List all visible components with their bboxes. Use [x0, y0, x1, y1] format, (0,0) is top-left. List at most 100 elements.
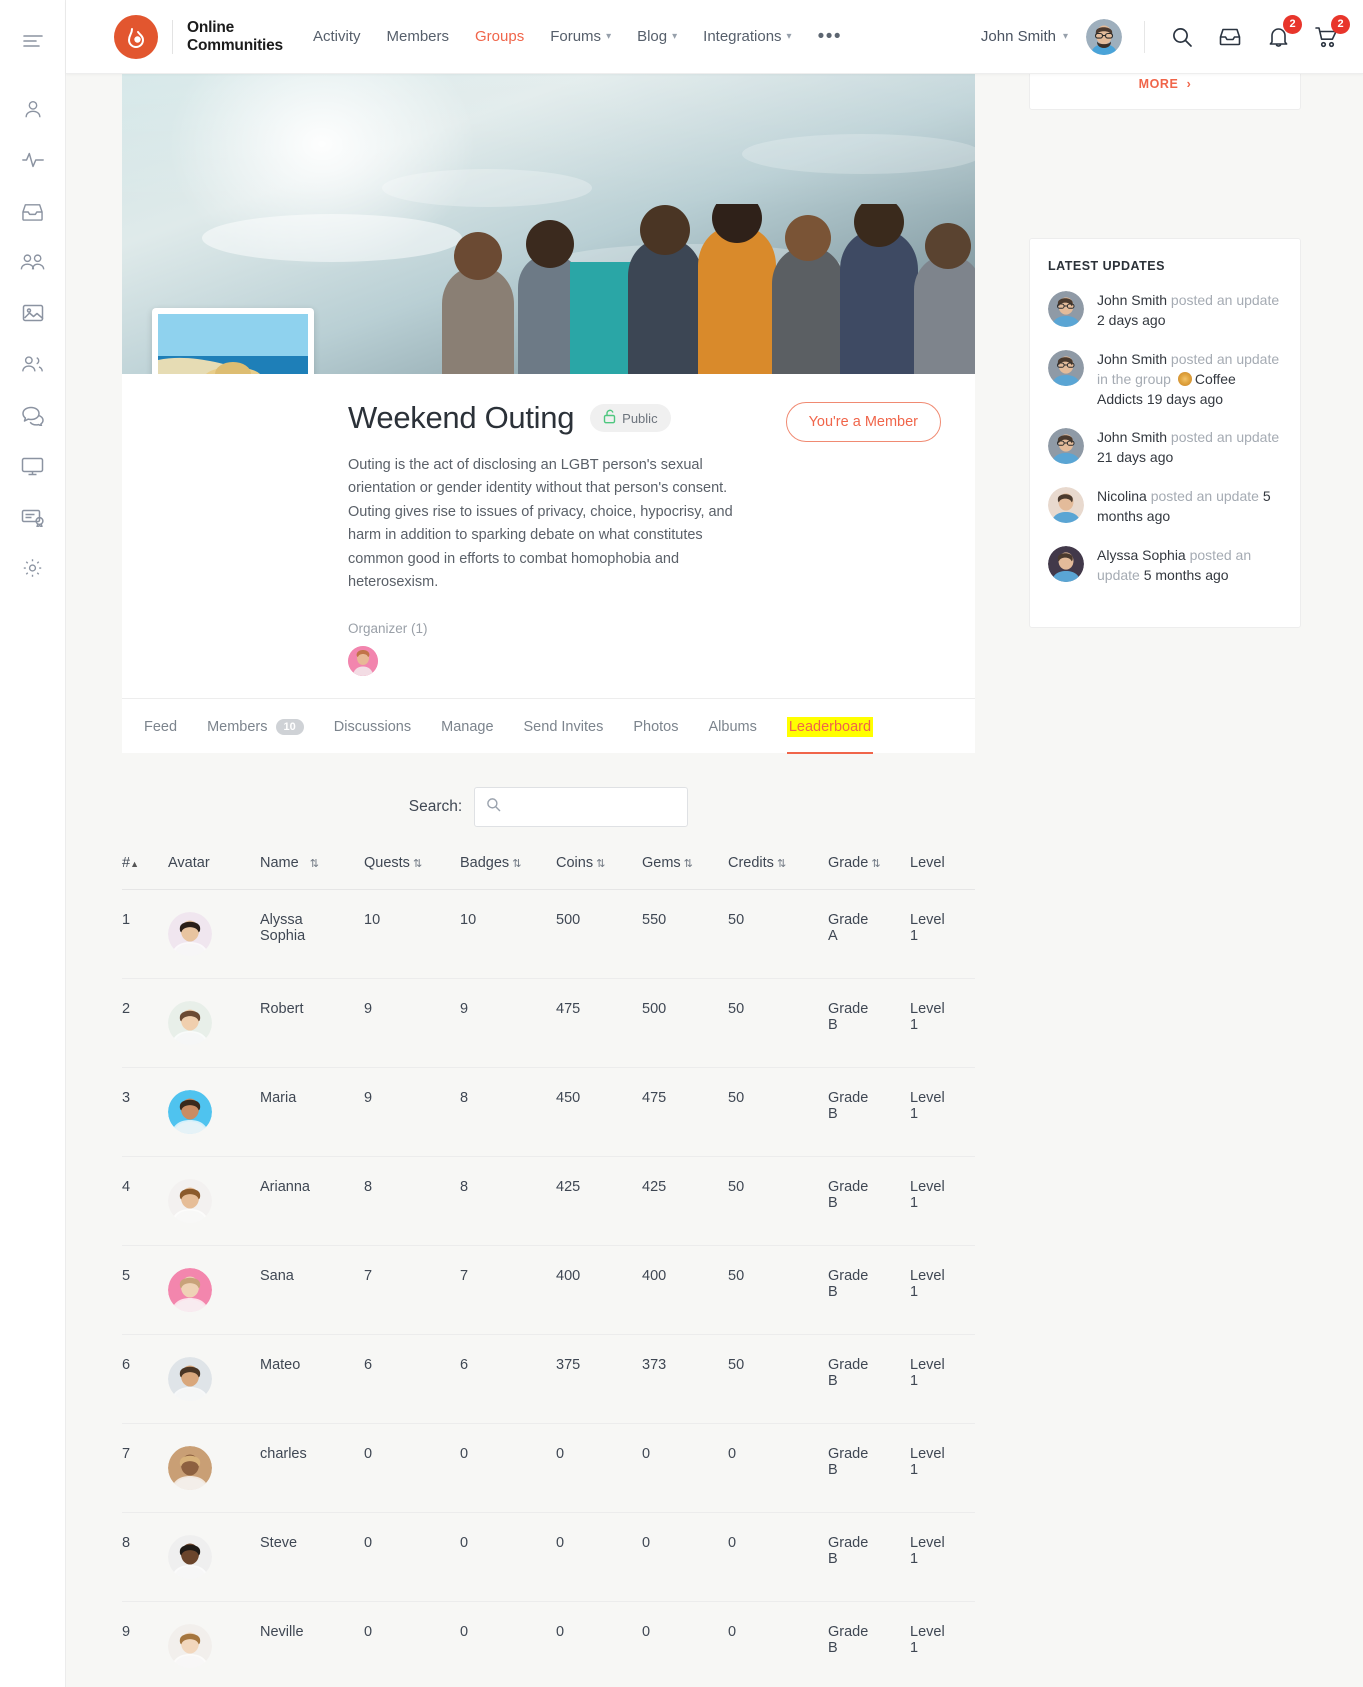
membership-button[interactable]: You're a Member [785, 402, 941, 442]
avatar[interactable] [168, 1178, 212, 1223]
avatar[interactable] [1048, 487, 1084, 524]
table-row[interactable]: 3 Maria 9 8 450 475 50 Grade B Level 1 [122, 1067, 975, 1157]
cell-name[interactable]: Maria [260, 1067, 364, 1157]
cell-avatar[interactable] [168, 1245, 260, 1335]
tab-photos[interactable]: Photos [633, 719, 678, 735]
photos-icon[interactable] [12, 292, 54, 334]
cell-name[interactable]: Mateo [260, 1334, 364, 1424]
avatar[interactable] [1048, 428, 1084, 465]
tab-send-invites[interactable]: Send Invites [524, 719, 604, 735]
cell-name[interactable]: Robert [260, 978, 364, 1068]
avatar[interactable] [168, 1623, 212, 1668]
table-row[interactable]: 9 Neville 0 0 0 0 0 Grade B Level 1 [122, 1601, 975, 1687]
cell-avatar[interactable] [168, 1423, 260, 1513]
avatar[interactable] [168, 1000, 212, 1045]
avatar[interactable] [168, 1356, 212, 1401]
brand-logo-group[interactable]: Online Communities [114, 14, 283, 59]
cell-name[interactable]: Alyssa Sophia [260, 889, 364, 979]
avatar[interactable] [168, 1267, 212, 1312]
avatar[interactable] [168, 1445, 212, 1490]
list-item[interactable]: John Smith posted an update in the group… [1048, 349, 1282, 410]
courses-icon[interactable] [12, 445, 54, 487]
nav-item-activity[interactable]: Activity [313, 28, 361, 45]
table-row[interactable]: 8 Steve 0 0 0 0 0 Grade B Level 1 [122, 1512, 975, 1602]
cell-avatar[interactable] [168, 1067, 260, 1157]
update-user[interactable]: Nicolina [1097, 488, 1147, 504]
search-input[interactable] [509, 798, 677, 815]
site-logo-icon [114, 14, 158, 59]
cell-avatar[interactable] [168, 1334, 260, 1424]
nav-overflow-button[interactable]: ••• [818, 27, 842, 45]
cell-name[interactable]: Sana [260, 1245, 364, 1335]
avatar[interactable] [1086, 18, 1122, 55]
search-icon[interactable] [1167, 22, 1197, 52]
organizer-avatar[interactable] [348, 645, 378, 676]
tab-members[interactable]: Members 10 [207, 718, 304, 735]
col-rank[interactable]: #▲ [122, 855, 168, 890]
avatar[interactable] [1048, 545, 1084, 582]
table-row[interactable]: 4 Arianna 8 8 425 425 50 Grade B Level 1 [122, 1156, 975, 1246]
cell-avatar[interactable] [168, 978, 260, 1068]
cart-icon[interactable]: 2 [1311, 14, 1350, 52]
messages-icon[interactable] [12, 190, 54, 232]
list-item[interactable]: Nicolina posted an update 5 months ago [1048, 487, 1282, 527]
list-item[interactable]: Alyssa Sophia posted an update 5 months … [1048, 545, 1282, 586]
list-item[interactable]: John Smith posted an update 21 days ago [1048, 428, 1282, 468]
col-name[interactable]: Name ⇅ [260, 855, 364, 890]
friends-icon[interactable] [12, 343, 54, 385]
update-user[interactable]: John Smith [1097, 429, 1167, 445]
list-item[interactable]: John Smith posted an update 2 days ago [1048, 291, 1282, 331]
settings-icon[interactable] [12, 547, 54, 589]
nav-item-groups[interactable]: Groups [475, 28, 524, 45]
col-gems[interactable]: Gems ⇅ [642, 855, 728, 890]
nav-item-members[interactable]: Members [387, 28, 450, 45]
bell-icon[interactable]: 2 [1263, 14, 1302, 52]
nav-item-forums[interactable]: Forums ▾ [550, 28, 611, 45]
table-row[interactable]: 1 Alyssa Sophia 10 10 500 550 50 Grade A Level 1 [122, 889, 975, 979]
cell-name[interactable]: charles [260, 1423, 364, 1513]
cell-avatar[interactable] [168, 1601, 260, 1687]
table-row[interactable]: 6 Mateo 6 6 375 373 50 Grade B Level 1 [122, 1334, 975, 1424]
avatar[interactable] [168, 1089, 212, 1134]
certificates-icon[interactable] [12, 496, 54, 538]
groups-icon[interactable] [12, 241, 54, 283]
nav-item-integrations[interactable]: Integrations ▾ [703, 28, 791, 45]
profile-icon[interactable] [12, 88, 54, 130]
update-user[interactable]: John Smith [1097, 351, 1167, 367]
tab-discussions[interactable]: Discussions [334, 719, 411, 735]
user-menu[interactable]: John Smith ▾ [981, 28, 1068, 45]
tab-leaderboard[interactable]: Leaderboard [786, 716, 874, 754]
chevron-down-icon: ▾ [606, 31, 612, 42]
table-row[interactable]: 7 charles 0 0 0 0 0 Grade B Level 1 [122, 1423, 975, 1513]
avatar[interactable] [168, 911, 212, 956]
more-link[interactable]: MORE › [1139, 77, 1192, 91]
activity-icon[interactable] [12, 139, 54, 181]
search-box[interactable] [474, 786, 689, 827]
tab-feed[interactable]: Feed [144, 719, 177, 735]
col-coins[interactable]: Coins ⇅ [556, 855, 642, 890]
avatar[interactable] [1048, 349, 1084, 386]
cell-avatar[interactable] [168, 1156, 260, 1246]
col-grade[interactable]: Grade ⇅ [828, 855, 910, 890]
inbox-icon[interactable] [1215, 22, 1245, 52]
update-user[interactable]: Alyssa Sophia [1097, 547, 1186, 563]
tab-albums[interactable]: Albums [708, 719, 756, 735]
forums-icon[interactable] [12, 394, 54, 436]
cell-name[interactable]: Arianna [260, 1156, 364, 1246]
avatar[interactable] [1048, 291, 1084, 327]
cell-name[interactable]: Neville [260, 1601, 364, 1687]
col-badges[interactable]: Badges ⇅ [460, 855, 556, 890]
cell-name[interactable]: Steve [260, 1512, 364, 1602]
avatar[interactable] [168, 1534, 212, 1579]
tab-manage[interactable]: Manage [441, 719, 493, 735]
nav-item-blog[interactable]: Blog ▾ [637, 28, 677, 45]
update-user[interactable]: John Smith [1097, 292, 1167, 308]
cell-avatar[interactable] [168, 1512, 260, 1602]
menu-toggle-icon[interactable] [12, 20, 54, 62]
col-quests[interactable]: Quests ⇅ [364, 855, 460, 890]
table-row[interactable]: 5 Sana 7 7 400 400 50 Grade B Level 1 [122, 1245, 975, 1335]
col-credits[interactable]: Credits ⇅ [728, 855, 828, 890]
table-row[interactable]: 2 Robert 9 9 475 500 50 Grade B Level 1 [122, 978, 975, 1068]
group-avatar[interactable] [152, 308, 314, 374]
cell-avatar[interactable] [168, 889, 260, 979]
